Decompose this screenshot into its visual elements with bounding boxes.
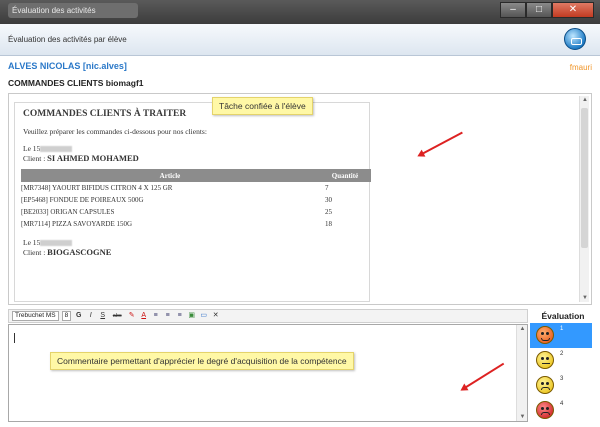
order-date: Le 15 xyxy=(23,238,361,247)
close-button[interactable]: ✕ xyxy=(552,2,594,18)
evaluation-level-1[interactable]: 1 xyxy=(530,323,592,348)
task-document: COMMANDES CLIENTS À TRAITER Veuillez pré… xyxy=(14,102,371,302)
evaluation-level-4[interactable]: 4 xyxy=(530,398,592,423)
comment-editor[interactable]: ▲ ▼ xyxy=(8,324,528,422)
student-name[interactable]: ALVES NICOLAS [nic.alves] xyxy=(8,61,127,71)
activity-title: COMMANDES CLIENTS biomagf1 xyxy=(8,78,144,88)
font-family-select[interactable]: Trebuchet MS xyxy=(12,311,59,321)
order-client: Client : SI AHMED MOHAMED xyxy=(23,153,139,163)
evaluation-level-number: 2 xyxy=(560,351,564,357)
page-title: Évaluation des activités par élève xyxy=(8,35,127,44)
strikethrough-button[interactable]: abc xyxy=(110,311,124,321)
font-color-button[interactable]: A xyxy=(139,311,148,321)
app-header: Évaluation des activités par élève xyxy=(0,24,600,56)
editor-toolbar: Trebuchet MS 8 G I S abc ✎ A ≡ ≡ ≡ ▣ ▭ ✕ xyxy=(8,309,528,323)
evaluation-level-3[interactable]: 3 xyxy=(530,373,592,398)
scroll-down-icon[interactable]: ▼ xyxy=(581,295,589,301)
angry-smiley-icon xyxy=(536,326,554,344)
window-controls: – □ ✕ xyxy=(500,2,594,18)
evaluation-title: Évaluation xyxy=(541,311,585,321)
scroll-up-icon[interactable]: ▲ xyxy=(581,97,589,103)
insert-image-icon[interactable]: ▣ xyxy=(187,311,196,321)
align-left-icon[interactable]: ≡ xyxy=(151,311,160,321)
evaluation-list[interactable]: 1 2 3 4 xyxy=(530,323,592,423)
quantity-header: Quantité xyxy=(318,169,371,182)
table-row: [EP5468] FONDUE DE POIREAUX 500G 30 xyxy=(21,196,332,204)
current-user[interactable]: fmauri xyxy=(570,63,592,72)
clear-format-icon[interactable]: ✕ xyxy=(211,311,220,321)
minimize-button[interactable]: – xyxy=(500,2,526,18)
article-header: Article xyxy=(21,169,319,182)
document-intro: Veuillez préparer les commandes ci-desso… xyxy=(23,127,207,136)
highlight-icon[interactable]: ✎ xyxy=(127,311,136,321)
redacted-date xyxy=(40,146,73,153)
document-viewer: COMMANDES CLIENTS À TRAITER Veuillez pré… xyxy=(8,93,592,305)
scroll-down-icon[interactable]: ▼ xyxy=(518,414,527,420)
order-client: Client : BIOGASCOGNE xyxy=(23,247,112,257)
task-callout: Tâche confiée à l'élève xyxy=(212,97,313,115)
window-titlebar: Évaluation des activités – □ ✕ xyxy=(0,0,600,24)
font-size-select[interactable]: 8 xyxy=(61,311,72,321)
maximize-button[interactable]: □ xyxy=(526,2,552,18)
text-caret xyxy=(14,333,15,343)
evaluation-level-number: 4 xyxy=(560,401,564,407)
redacted-date xyxy=(40,240,73,247)
app-logo-icon[interactable] xyxy=(564,28,586,50)
neutral-smiley-icon xyxy=(536,351,554,369)
editor-scrollbar[interactable]: ▲ ▼ xyxy=(516,325,527,421)
very-happy-smiley-icon xyxy=(536,401,554,419)
evaluation-level-2[interactable]: 2 xyxy=(530,348,592,373)
underline-button[interactable]: S xyxy=(98,311,107,321)
scroll-up-icon[interactable]: ▲ xyxy=(518,326,527,332)
italic-button[interactable]: I xyxy=(86,311,95,321)
window-title: Évaluation des activités xyxy=(8,3,138,18)
align-center-icon[interactable]: ≡ xyxy=(163,311,172,321)
table-row: [MR7348] YAOURT BIFIDUS CITRON 4 X 125 G… xyxy=(21,184,329,192)
happy-smiley-icon xyxy=(536,376,554,394)
table-row: [BE2033] ORIGAN CAPSULES 25 xyxy=(21,208,332,216)
order-date: Le 15 xyxy=(23,144,361,153)
scroll-thumb[interactable] xyxy=(581,108,588,248)
evaluation-level-number: 3 xyxy=(560,376,564,382)
align-right-icon[interactable]: ≡ xyxy=(175,311,184,321)
document-scrollbar[interactable]: ▲ ▼ xyxy=(579,96,589,302)
insert-link-icon[interactable]: ▭ xyxy=(199,311,208,321)
evaluation-level-number: 1 xyxy=(560,326,564,332)
bold-button[interactable]: G xyxy=(74,311,83,321)
comment-callout: Commentaire permettant d'apprécier le de… xyxy=(50,352,354,370)
articles-table: Article Quantité [MR7348] YAOURT BIFIDUS… xyxy=(21,169,371,230)
table-row: [MR7114] PIZZA SAVOYARDE 150G 18 xyxy=(21,220,332,228)
